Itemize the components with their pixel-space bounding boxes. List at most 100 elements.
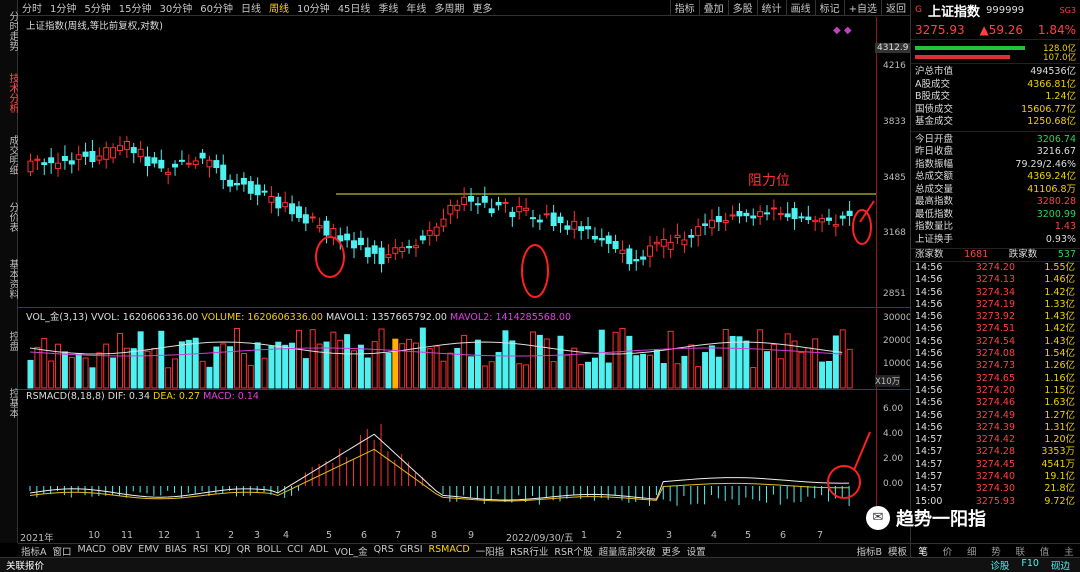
candle — [708, 219, 715, 229]
indicator-tab[interactable]: 一阳指 — [473, 544, 508, 558]
left-tab[interactable]: 分时走势 — [0, 0, 18, 62]
quote-tab[interactable]: 联 — [1016, 544, 1026, 558]
period-tab[interactable]: 分时 — [18, 0, 46, 15]
indicator-tab[interactable]: VOL_金 — [331, 544, 370, 558]
x-tick: 6 — [361, 530, 368, 541]
indicator-tab[interactable]: EMV — [135, 544, 162, 558]
period-tab[interactable]: 5分钟 — [80, 0, 114, 15]
toolbar-button[interactable]: 标记 — [814, 0, 844, 15]
status-note[interactable]: 砚边 — [1051, 558, 1070, 572]
volume-bar — [295, 329, 302, 389]
quote-tab[interactable]: 值 — [1040, 544, 1050, 558]
indicator-tab[interactable]: 模板 — [885, 544, 910, 558]
period-tab[interactable]: 60分钟 — [196, 0, 237, 15]
highlight-circle — [315, 236, 345, 278]
indicator-tab[interactable]: QRS — [371, 544, 397, 558]
candle — [309, 216, 316, 219]
quote-tab[interactable]: 势 — [991, 544, 1001, 558]
volume-bar — [302, 358, 309, 389]
period-tab[interactable]: 1分钟 — [46, 0, 80, 15]
quote-tab[interactable]: 笔 — [918, 544, 928, 558]
tick-row: 14:57 3274.40 19.1亿 — [915, 471, 1075, 483]
volume-bar — [688, 344, 695, 389]
indicator-tab[interactable]: KDJ — [211, 544, 233, 558]
tick-row: 14:56 3274.39 1.31亿 — [915, 421, 1075, 433]
volume-bar — [502, 330, 509, 389]
toolbar-button[interactable]: +自选 — [843, 0, 881, 15]
y-tick: 20000 — [883, 336, 912, 346]
left-tab[interactable]: 技术分析 — [0, 62, 18, 124]
status-f10[interactable]: F10 — [1021, 558, 1039, 572]
candle — [619, 249, 626, 254]
candle — [770, 207, 777, 210]
period-tab[interactable]: 周线 — [265, 0, 293, 15]
toolbar-button[interactable]: 返回 — [881, 0, 910, 15]
indicator-tab[interactable]: CCI — [284, 544, 306, 558]
indicator-tab[interactable]: 指标B — [853, 544, 885, 558]
period-tab[interactable]: 季线 — [374, 0, 402, 15]
candle — [213, 160, 220, 169]
indicator-tab[interactable]: RSMACD — [426, 544, 473, 558]
period-tab[interactable]: 30分钟 — [155, 0, 196, 15]
price-panel[interactable]: 上证指数(周线,等比前复权,对数) ◆ ◆ 阻力位 — [18, 17, 876, 308]
y-tick: 4.00 — [883, 429, 904, 439]
candle — [461, 196, 468, 205]
toolbar-button[interactable]: 多股 — [727, 0, 757, 15]
candle — [474, 203, 481, 206]
indicator-tab[interactable]: OBV — [109, 544, 135, 558]
period-tab[interactable]: 更多 — [468, 0, 496, 15]
indicator-tab[interactable]: 设置 — [684, 544, 709, 558]
indicator-tab[interactable]: RSR个股 — [551, 544, 595, 558]
x-tick: 2 — [228, 530, 235, 541]
link-quote[interactable]: 关联报价 — [0, 558, 44, 572]
volume-panel[interactable]: VOL_金(3,13) VVOL: 1620606336.00 VOLUME: … — [18, 308, 876, 390]
toolbar-button[interactable]: 统计 — [756, 0, 786, 15]
volume-bar — [447, 352, 454, 389]
period-tab[interactable]: 日线 — [237, 0, 265, 15]
indicator-tab[interactable]: 窗口 — [50, 544, 75, 558]
tick-row: 14:56 3274.65 1.16亿 — [915, 372, 1075, 384]
period-tab[interactable]: 45日线 — [334, 0, 375, 15]
indicator-tab[interactable]: 指标A — [18, 544, 50, 558]
period-tab[interactable]: 多周期 — [430, 0, 468, 15]
indicator-tab[interactable]: 超量底部突破 — [596, 544, 659, 558]
indicator-tab[interactable]: BOLL — [254, 544, 284, 558]
status-diagnose[interactable]: 诊股 — [990, 558, 1009, 572]
indicator-tab[interactable]: RSR行业 — [507, 544, 551, 558]
volume-bar — [426, 348, 433, 389]
left-tab[interactable]: 成交明细 — [0, 124, 18, 186]
toolbar-button[interactable]: 画线 — [785, 0, 815, 15]
candle — [633, 259, 640, 262]
volume-bar — [825, 360, 832, 389]
quote-row: 最高指数 3280.28 — [915, 196, 1076, 207]
quote-tab[interactable]: 主 — [1064, 544, 1074, 558]
indicator-tab[interactable]: BIAS — [162, 544, 190, 558]
candle — [392, 247, 399, 254]
y-tick: 30000 — [883, 313, 912, 323]
indicator-tab[interactable]: GRSI — [397, 544, 426, 558]
toolbar-button[interactable]: 指标 — [669, 0, 699, 15]
candle — [275, 196, 282, 209]
left-tab[interactable]: 分价表 — [0, 186, 18, 248]
indicator-tab[interactable]: QR — [234, 544, 254, 558]
left-tab[interactable]: 基本资料 — [0, 248, 18, 310]
period-tab[interactable]: 10分钟 — [293, 0, 334, 15]
indicator-tab[interactable]: RSI — [190, 544, 211, 558]
candle — [192, 160, 199, 165]
period-tab[interactable]: 15分钟 — [115, 0, 156, 15]
candle — [220, 164, 227, 180]
tick-row: 14:56 3274.49 1.27亿 — [915, 409, 1075, 421]
quote-row: 沪总市值 494536亿 — [915, 66, 1076, 77]
toolbar-button[interactable]: 叠加 — [698, 0, 728, 15]
quote-tab[interactable]: 价 — [943, 544, 953, 558]
left-tab[interactable]: 控基本 — [0, 372, 18, 434]
indicator-tab[interactable]: 更多 — [659, 544, 684, 558]
quote-tab[interactable]: 细 — [967, 544, 977, 558]
candle — [240, 177, 247, 185]
macd-panel[interactable]: RSMACD(8,18,8) DIF: 0.34 DEA: 0.27 MACD:… — [18, 390, 876, 530]
left-tab[interactable]: 控盘 — [0, 310, 18, 372]
indicator-tab[interactable]: MACD — [75, 544, 109, 558]
candle — [502, 201, 509, 204]
period-tab[interactable]: 年线 — [402, 0, 430, 15]
indicator-tab[interactable]: ADL — [306, 544, 331, 558]
